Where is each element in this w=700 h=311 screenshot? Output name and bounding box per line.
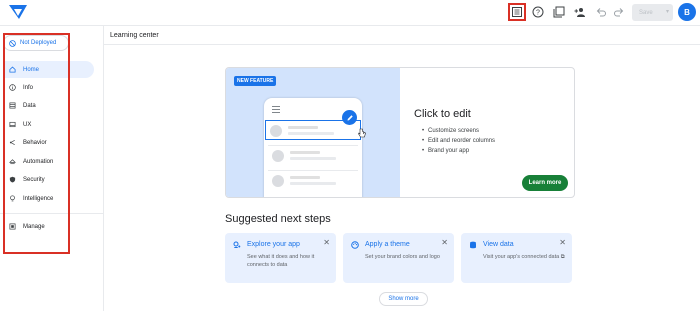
undo-icon[interactable] <box>594 5 608 19</box>
feature-card[interactable]: NEW FEATURE Click to edit • Customize sc… <box>225 67 575 198</box>
svg-text:?: ? <box>536 10 540 17</box>
header-divider <box>104 44 700 45</box>
help-icon[interactable]: ? <box>531 5 545 19</box>
step-card-theme[interactable]: Apply a theme Set your brand colors and … <box>343 233 454 283</box>
database-icon <box>470 241 476 249</box>
avatar-placeholder-icon <box>272 150 284 162</box>
list-item: Customize screens <box>422 126 495 136</box>
step-title: Apply a theme <box>365 241 410 248</box>
text-placeholder <box>290 151 320 154</box>
text-placeholder <box>290 176 320 179</box>
palette-icon <box>351 241 359 249</box>
text-placeholder <box>290 182 336 185</box>
save-button[interactable]: Save ▾ <box>632 4 673 21</box>
copy-app-icon[interactable] <box>552 5 566 19</box>
text-placeholder <box>288 132 334 135</box>
learn-more-button[interactable]: Learn more <box>522 175 568 191</box>
step-card-explore[interactable]: Explore your app See what it does and ho… <box>225 233 336 283</box>
preview-toggle-icon[interactable] <box>510 5 524 19</box>
appsheet-logo[interactable] <box>8 4 28 20</box>
pointer-cursor-icon <box>358 128 366 138</box>
section-title: Suggested next steps <box>225 213 331 225</box>
close-icon[interactable]: ✕ <box>559 238 566 247</box>
phone-row <box>268 170 358 190</box>
share-icon[interactable] <box>573 5 587 19</box>
step-title: View data <box>483 241 514 248</box>
step-description: See what it does and how it connects to … <box>247 254 315 268</box>
top-bar: ? Save ▾ B <box>0 0 700 26</box>
page-title: Learning center <box>110 32 159 39</box>
avatar[interactable]: B <box>678 3 696 21</box>
show-more-button[interactable]: Show more <box>379 292 428 306</box>
step-description: Set your brand colors and logo <box>365 254 440 260</box>
pencil-icon <box>342 110 357 125</box>
close-icon[interactable]: ✕ <box>323 238 330 247</box>
explore-icon <box>233 241 241 248</box>
text-placeholder <box>288 126 318 129</box>
step-description: Visit your app's connected data ⧉ <box>483 254 565 260</box>
avatar-placeholder-icon <box>270 125 282 137</box>
highlight-box <box>3 33 70 254</box>
list-item: Edit and reorder columns <box>422 136 495 146</box>
text-placeholder <box>290 157 336 160</box>
step-title: Explore your app <box>247 241 300 248</box>
save-button-label: Save <box>639 9 653 16</box>
chevron-down-icon[interactable]: ▾ <box>666 8 669 15</box>
close-icon[interactable]: ✕ <box>441 238 448 247</box>
avatar-placeholder-icon <box>272 175 284 187</box>
feature-illustration: NEW FEATURE <box>226 68 400 197</box>
phone-row <box>268 145 358 165</box>
redo-icon[interactable] <box>612 5 626 19</box>
feature-title: Click to edit <box>414 108 471 120</box>
new-feature-badge: NEW FEATURE <box>234 76 277 86</box>
menu-icon <box>272 106 280 115</box>
step-card-view-data[interactable]: View data Visit your app's connected dat… <box>461 233 572 283</box>
list-item: Brand your app <box>422 146 495 156</box>
feature-bullets: Customize screens Edit and reorder colum… <box>422 126 495 156</box>
